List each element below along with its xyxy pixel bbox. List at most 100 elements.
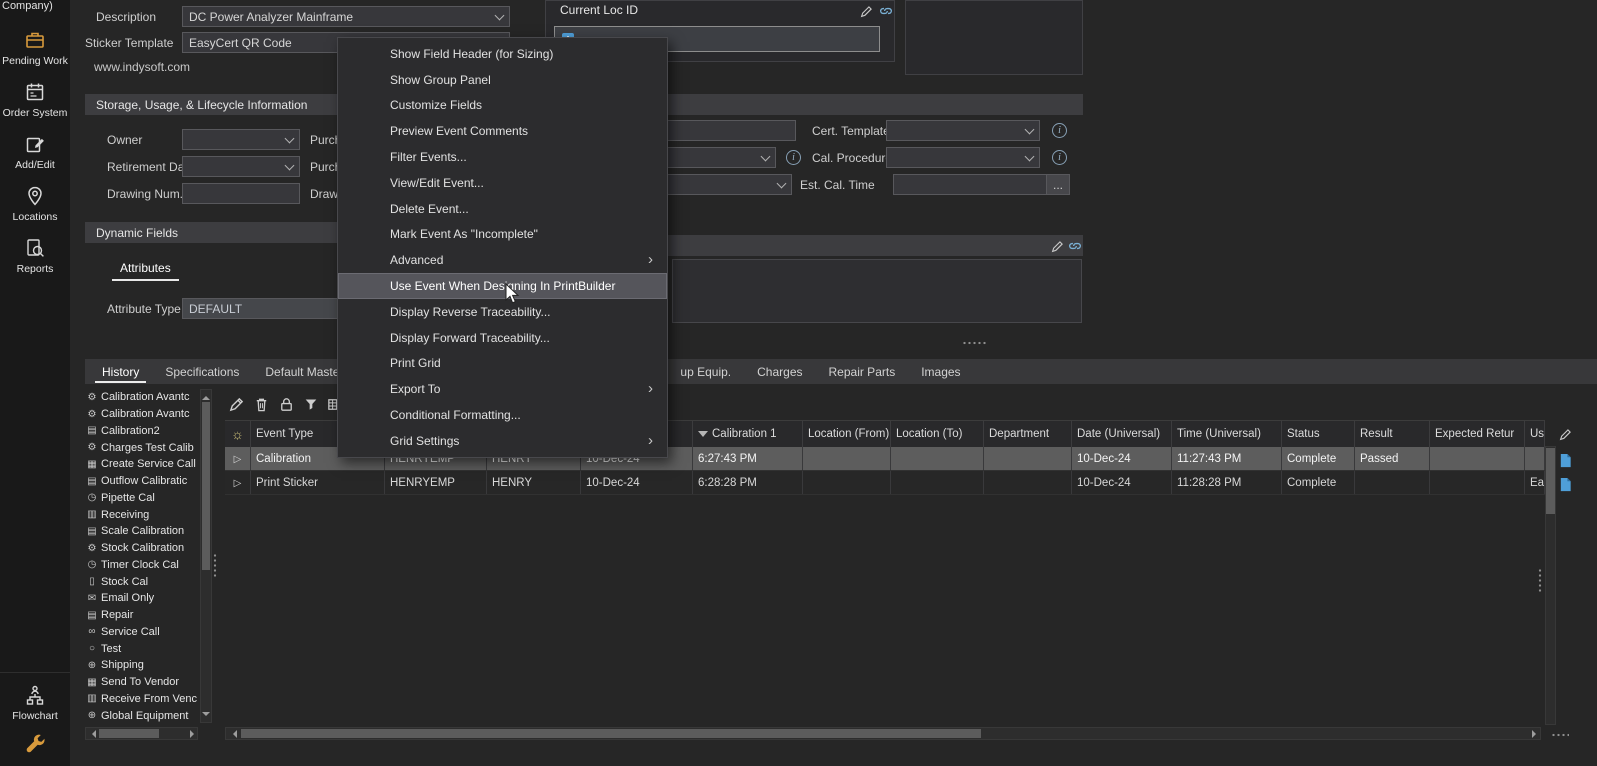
tab[interactable]: Charges	[744, 359, 815, 384]
event-type-item[interactable]: ▤ Scale Calibration	[85, 523, 199, 540]
column-header[interactable]: Expected Retur	[1430, 421, 1525, 447]
edit-pencil-icon[interactable]	[858, 3, 874, 19]
sidebar-item-order-system[interactable]: Order System	[0, 80, 70, 119]
cal-procedure-dropdown[interactable]	[886, 147, 1040, 168]
column-header[interactable]: Date (Universal)	[1072, 421, 1172, 447]
expand-arrow-icon[interactable]	[234, 453, 242, 465]
context-menu-item[interactable]: Advanced	[338, 247, 667, 273]
event-type-item[interactable]: ▦ Send To Vendor	[85, 674, 199, 691]
event-type-item[interactable]: ▯ Stock Cal	[85, 573, 199, 590]
event-type-item[interactable]: ◷ Pipette Cal	[85, 490, 199, 507]
event-type-item[interactable]: ∞ Service Call	[85, 624, 199, 641]
comments-box[interactable]	[672, 259, 1082, 323]
context-menu-item[interactable]: Print Grid	[338, 351, 667, 377]
filter-icon[interactable]	[301, 394, 321, 414]
event-type-item[interactable]: ▤ Calibration2	[85, 423, 199, 440]
context-menu-item[interactable]: Customize Fields	[338, 93, 667, 119]
expand-arrow-icon[interactable]	[234, 477, 242, 489]
drawing-num-field[interactable]	[182, 183, 300, 204]
description-dropdown[interactable]: DC Power Analyzer Mainframe	[182, 6, 510, 27]
info-icon[interactable]	[1052, 150, 1067, 165]
event-type-item[interactable]: ▥ Receive From Venc	[85, 691, 199, 708]
event-type-item[interactable]: ⚙ Calibration Avantc	[85, 406, 199, 423]
scroll-down-arrow[interactable]	[202, 712, 210, 720]
context-menu-item[interactable]: Use Event When Designing In PrintBuilder	[338, 273, 667, 299]
edit-pencil-icon[interactable]	[1049, 238, 1065, 254]
lock-event-icon[interactable]	[276, 394, 296, 414]
tab[interactable]: History	[89, 359, 152, 384]
event-type-item[interactable]: ⚙ Charges Test Calib	[85, 439, 199, 456]
context-menu-item[interactable]: Preview Event Comments	[338, 118, 667, 144]
column-header[interactable]: Result	[1355, 421, 1430, 447]
context-menu-item[interactable]: Filter Events...	[338, 144, 667, 170]
row-expand-cell[interactable]	[225, 447, 251, 470]
scroll-up-arrow[interactable]	[202, 392, 210, 400]
event-type-item[interactable]: ⊕ Shipping	[85, 657, 199, 674]
sidebar-item-add-edit[interactable]: Add/Edit	[0, 132, 70, 171]
owner-dropdown[interactable]	[182, 129, 300, 150]
event-type-item[interactable]: ⚙ Stock Calibration	[85, 540, 199, 557]
document-icon[interactable]	[1556, 451, 1574, 469]
event-type-item[interactable]: ⚙ Calibration Avantc	[85, 389, 199, 406]
column-header[interactable]	[225, 421, 251, 447]
context-menu-item[interactable]: Display Forward Traceability...	[338, 325, 667, 351]
event-type-item[interactable]: ◷ Timer Clock Cal	[85, 557, 199, 574]
context-menu-item[interactable]: Grid Settings	[338, 428, 667, 454]
event-type-item[interactable]: ▤ Outflow Calibratic	[85, 473, 199, 490]
ellipsis-button[interactable]: ...	[1046, 175, 1069, 194]
edit-event-icon[interactable]	[226, 394, 246, 414]
splitter-grip[interactable]	[962, 340, 986, 347]
cert-template-dropdown[interactable]	[886, 120, 1040, 141]
event-type-item[interactable]: ▥ Receiving	[85, 506, 199, 523]
context-menu-item[interactable]: Conditional Formatting...	[338, 402, 667, 428]
sidebar-item-reports[interactable]: Reports	[0, 236, 70, 275]
edit-pencil-icon[interactable]	[1556, 425, 1574, 443]
sidebar-item-flowchart[interactable]: Flowchart	[0, 683, 70, 722]
column-header[interactable]: Time (Universal)	[1172, 421, 1282, 447]
column-header[interactable]: User	[1525, 421, 1545, 447]
event-type-item[interactable]: ▦ Create Service Call	[85, 456, 199, 473]
context-menu-item[interactable]: Show Group Panel	[338, 67, 667, 93]
est-cal-time-field[interactable]: ...	[893, 174, 1070, 195]
context-menu-item[interactable]: Delete Event...	[338, 196, 667, 222]
info-icon[interactable]	[1052, 123, 1067, 138]
event-type-item[interactable]: ⊕ Global Equipment	[85, 707, 199, 724]
sidebar-item-pending-work[interactable]: Pending Work	[0, 28, 70, 67]
tab[interactable]: Images	[908, 359, 973, 384]
tab[interactable]: Specifications	[152, 359, 252, 384]
context-menu-item[interactable]: Display Reverse Traceability...	[338, 299, 667, 325]
context-menu-item[interactable]: View/Edit Event...	[338, 170, 667, 196]
event-type-item[interactable]: ▤ Repair	[85, 607, 199, 624]
info-icon[interactable]	[786, 150, 801, 165]
context-menu-item[interactable]: Export To	[338, 376, 667, 402]
scroll-right-arrow[interactable]	[190, 730, 198, 738]
document-icon[interactable]	[1556, 475, 1574, 493]
column-header[interactable]: Location (From)	[803, 421, 891, 447]
column-header[interactable]: Location (To)	[891, 421, 984, 447]
table-row[interactable]: Print StickerHENRYEMPHENRY10-Dec-246:28:…	[225, 471, 1545, 495]
event-type-item[interactable]: ✉ Email Only	[85, 590, 199, 607]
scroll-right-arrow[interactable]	[1532, 730, 1540, 738]
table-vscroll-thumb[interactable]	[1546, 448, 1555, 514]
tab[interactable]: Repair Parts	[816, 359, 909, 384]
link-icon[interactable]	[878, 3, 894, 19]
sidebar-item-locations[interactable]: Locations	[0, 184, 70, 223]
row-expand-cell[interactable]	[225, 471, 251, 494]
attribute-type-field[interactable]: DEFAULT	[182, 298, 338, 319]
column-header[interactable]: Calibration 1	[693, 421, 803, 447]
tab[interactable]: up Equip.	[667, 359, 744, 384]
list-vscroll-thumb[interactable]	[202, 402, 210, 570]
scroll-left-arrow[interactable]	[229, 730, 237, 738]
column-filter-funnel-icon[interactable]	[698, 431, 708, 442]
context-menu-item[interactable]: Mark Event As "Incomplete"	[338, 222, 667, 248]
tab-attributes[interactable]: Attributes	[112, 258, 179, 281]
link-icon[interactable]	[1067, 238, 1083, 254]
delete-event-icon[interactable]	[251, 394, 271, 414]
resize-grip[interactable]	[1551, 732, 1569, 739]
splitter-grip[interactable]	[212, 553, 219, 577]
retirement-date-dropdown[interactable]	[182, 156, 300, 177]
column-header[interactable]: Status	[1282, 421, 1355, 447]
list-hscroll-thumb[interactable]	[99, 729, 159, 738]
column-header[interactable]: Department	[984, 421, 1072, 447]
main-hscroll-thumb[interactable]	[241, 729, 981, 738]
